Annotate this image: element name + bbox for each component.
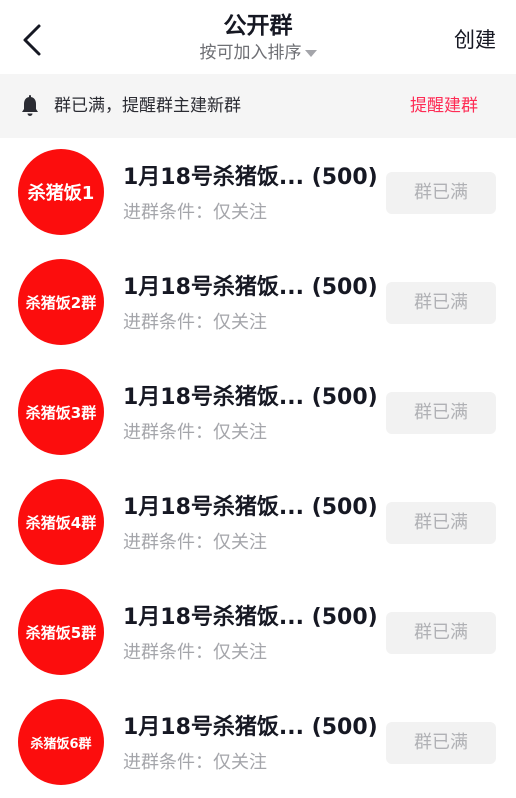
- group-join-condition: 进群条件：仅关注: [123, 422, 267, 443]
- group-avatar: 杀猪饭5群: [18, 589, 104, 675]
- remind-create-group-button[interactable]: 提醒建群: [410, 93, 478, 119]
- group-row[interactable]: 杀猪饭3群 1月18号杀猪饭... (500) 进群条件：仅关注 群已满: [0, 358, 516, 468]
- create-button[interactable]: 创建: [454, 25, 496, 55]
- group-avatar: 杀猪饭1: [18, 149, 104, 235]
- notice-text: 群已满，提醒群主建新群: [54, 96, 241, 116]
- group-full-button[interactable]: 群已满: [386, 172, 496, 214]
- group-name: 1月18号杀猪饭... (500): [123, 715, 378, 740]
- bell-icon: [22, 95, 38, 116]
- back-button[interactable]: [14, 20, 50, 60]
- group-name: 1月18号杀猪饭... (500): [123, 165, 378, 190]
- group-row[interactable]: 杀猪饭5群 1月18号杀猪饭... (500) 进群条件：仅关注 群已满: [0, 578, 516, 688]
- group-full-button[interactable]: 群已满: [386, 392, 496, 434]
- group-name: 1月18号杀猪饭... (500): [123, 605, 378, 630]
- top-nav-bar: 公开群 按可加入排序 创建: [0, 0, 516, 74]
- group-join-condition: 进群条件：仅关注: [123, 312, 267, 333]
- group-full-notice-bar: 群已满，提醒群主建新群 提醒建群: [0, 74, 516, 138]
- chevron-left-icon: [23, 24, 41, 56]
- page-title: 公开群: [223, 13, 293, 39]
- group-name: 1月18号杀猪饭... (500): [123, 275, 378, 300]
- group-name: 1月18号杀猪饭... (500): [123, 495, 378, 520]
- group-row[interactable]: 杀猪饭4群 1月18号杀猪饭... (500) 进群条件：仅关注 群已满: [0, 468, 516, 578]
- group-list: 杀猪饭1 1月18号杀猪饭... (500) 进群条件：仅关注 群已满 杀猪饭2…: [0, 138, 516, 798]
- group-row[interactable]: 杀猪饭2群 1月18号杀猪饭... (500) 进群条件：仅关注 群已满: [0, 248, 516, 358]
- caret-down-icon: [304, 49, 317, 57]
- group-row[interactable]: 杀猪饭6群 1月18号杀猪饭... (500) 进群条件：仅关注 群已满: [0, 688, 516, 798]
- group-full-button[interactable]: 群已满: [386, 282, 496, 324]
- group-avatar: 杀猪饭3群: [18, 369, 104, 455]
- group-full-button[interactable]: 群已满: [386, 722, 496, 764]
- group-avatar: 杀猪饭4群: [18, 479, 104, 565]
- group-join-condition: 进群条件：仅关注: [123, 752, 267, 773]
- group-avatar: 杀猪饭6群: [18, 699, 104, 785]
- group-full-button[interactable]: 群已满: [386, 612, 496, 654]
- group-join-condition: 进群条件：仅关注: [123, 532, 267, 553]
- group-join-condition: 进群条件：仅关注: [123, 202, 267, 223]
- sort-label: 按可加入排序: [199, 43, 302, 63]
- group-full-button[interactable]: 群已满: [386, 502, 496, 544]
- group-join-condition: 进群条件：仅关注: [123, 642, 267, 663]
- group-avatar: 杀猪饭2群: [18, 259, 104, 345]
- group-row[interactable]: 杀猪饭1 1月18号杀猪饭... (500) 进群条件：仅关注 群已满: [0, 138, 516, 248]
- group-name: 1月18号杀猪饭... (500): [123, 385, 378, 410]
- sort-dropdown[interactable]: 按可加入排序: [200, 42, 317, 64]
- header-center: 公开群 按可加入排序: [158, 10, 358, 64]
